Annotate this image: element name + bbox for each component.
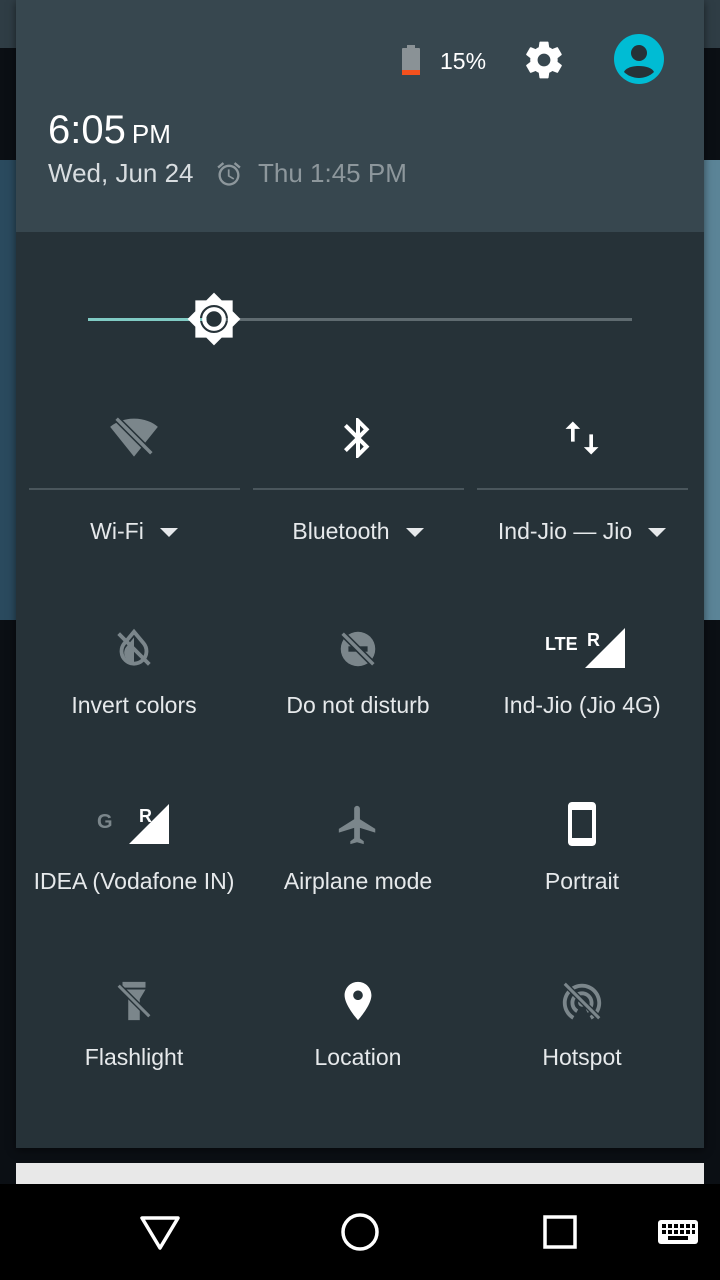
wifi-dropdown-icon[interactable] [159, 528, 178, 538]
tile-wifi-label[interactable]: Wi-Fi [28, 516, 240, 546]
data-divider [477, 488, 688, 490]
data-arrows-icon [565, 421, 599, 455]
clock[interactable]: 6:05 PM [48, 106, 171, 158]
battery-percent: 15% [440, 48, 487, 74]
tile-hotspot[interactable]: Hotspot [476, 978, 688, 1072]
bluetooth-divider [253, 488, 464, 490]
bluetooth-icon [344, 418, 370, 458]
flashlight-icon [116, 981, 152, 1021]
background-app-right [704, 160, 720, 620]
quick-settings-header: 15% 6:05 PM Wed, Jun 24 Thu 1:45 PM [16, 0, 704, 232]
date-label[interactable]: Wed, Jun 24 [48, 158, 194, 189]
invert-colors-icon [117, 628, 151, 666]
recents-square-icon[interactable] [532, 1204, 588, 1260]
invert-colors-label: Invert colors [71, 692, 197, 718]
settings-gear-icon[interactable] [522, 38, 566, 82]
lte-signal-icon: LTE R [545, 628, 625, 668]
tile-location[interactable]: Location [252, 978, 464, 1072]
data-dropdown-icon[interactable] [648, 528, 667, 538]
navigation-bar [0, 1184, 720, 1280]
tile-idea[interactable]: G R IDEA (Vodafone IN) [28, 800, 240, 896]
g-text: G [97, 811, 113, 833]
brightness-sun-icon[interactable] [186, 291, 242, 347]
hotspot-label: Hotspot [542, 1044, 622, 1070]
bluetooth-label: Bluetooth [292, 518, 390, 544]
user-avatar-icon[interactable] [614, 34, 664, 84]
airplane-mode-label: Airplane mode [283, 868, 433, 894]
do-not-disturb-label: Do not disturb [286, 692, 430, 718]
clock-ampm: PM [131, 119, 171, 149]
background-app-left [0, 160, 16, 620]
tile-bluetooth[interactable] [252, 414, 464, 462]
notification-card-edge [16, 1163, 704, 1185]
home-circle-icon[interactable] [332, 1204, 388, 1260]
jio-4g-label: Ind-Jio (Jio 4G) [503, 692, 661, 718]
keyboard-icon[interactable] [652, 1204, 704, 1260]
tile-wifi[interactable] [28, 410, 240, 462]
tile-jio-4g[interactable]: LTE R Ind-Jio (Jio 4G) [476, 624, 688, 720]
lte-roam-text: R [587, 630, 600, 650]
wifi-label: Wi-Fi [90, 518, 144, 544]
location-icon [344, 981, 372, 1021]
idea-label: IDEA (Vodafone IN) [33, 868, 235, 894]
tile-data[interactable] [476, 416, 688, 460]
location-label: Location [314, 1044, 402, 1070]
wifi-divider [29, 488, 240, 490]
do-not-disturb-icon [340, 631, 376, 667]
battery-icon [402, 45, 420, 75]
tile-flashlight[interactable]: Flashlight [28, 978, 240, 1072]
g-signal-icon: G R [97, 804, 169, 844]
tile-portrait[interactable]: Portrait [476, 800, 688, 896]
back-triangle-icon[interactable] [132, 1204, 188, 1260]
lte-text: LTE [545, 634, 578, 654]
flashlight-label: Flashlight [84, 1044, 184, 1070]
tile-airplane-mode[interactable]: Airplane mode [252, 802, 464, 896]
tile-invert-colors[interactable]: Invert colors [28, 626, 240, 720]
tile-do-not-disturb[interactable]: Do not disturb [252, 626, 464, 720]
clock-time: 6:05 [48, 108, 126, 152]
wifi-off-icon [110, 416, 158, 457]
tile-data-label[interactable]: Ind-Jio — Jio [476, 516, 688, 546]
airplane-icon [338, 805, 376, 845]
portrait-icon [568, 802, 596, 846]
quick-settings-panel: 15% 6:05 PM Wed, Jun 24 Thu 1:45 PM Wi-F… [16, 0, 704, 1148]
next-alarm[interactable]: Thu 1:45 PM [258, 158, 407, 189]
bluetooth-dropdown-icon[interactable] [405, 528, 424, 538]
alarm-clock-icon [217, 162, 241, 186]
portrait-label: Portrait [544, 868, 620, 894]
tile-bluetooth-label[interactable]: Bluetooth [252, 516, 464, 546]
data-label: Ind-Jio — Jio [497, 518, 633, 544]
hotspot-icon [562, 981, 602, 1021]
